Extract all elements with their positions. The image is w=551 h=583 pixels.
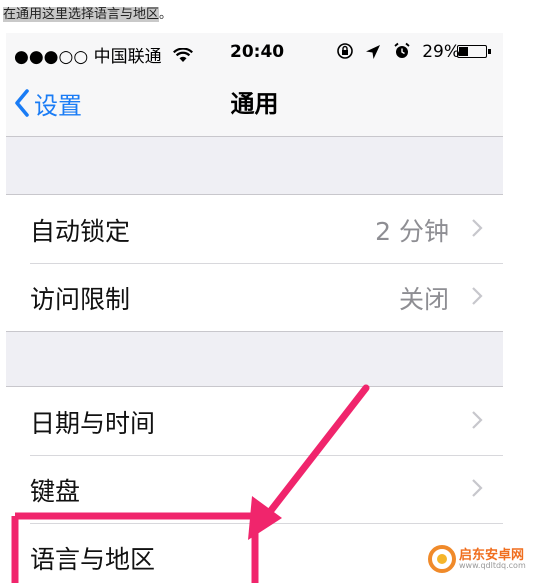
row-date-time[interactable]: 日期与时间 bbox=[6, 387, 503, 455]
row-label: 键盘 bbox=[30, 477, 81, 506]
row-auto-lock[interactable]: 自动锁定 2 分钟 bbox=[6, 195, 503, 263]
row-restrictions[interactable]: 访问限制 关闭 bbox=[6, 263, 503, 331]
chevron-right-icon bbox=[472, 411, 483, 429]
battery-icon bbox=[457, 45, 491, 58]
chevron-right-icon bbox=[472, 479, 483, 497]
watermark-logo-icon bbox=[428, 545, 456, 573]
row-label: 日期与时间 bbox=[30, 409, 156, 438]
navigation-bar: 设置 通用 bbox=[6, 71, 503, 137]
row-label: 语言与地区 bbox=[30, 545, 156, 574]
wifi-icon bbox=[173, 47, 193, 62]
alarm-icon bbox=[394, 42, 410, 58]
phone-screenshot: ●●●○○ 中国联通 20:40 29% 设置 通用 自动锁定 2 分钟 访问限… bbox=[6, 33, 503, 583]
status-bar: ●●●○○ 中国联通 20:40 29% bbox=[6, 33, 503, 71]
chevron-right-icon bbox=[472, 219, 483, 237]
watermark: 启东安卓网 www.qdltdq.com bbox=[426, 543, 530, 575]
page-title: 通用 bbox=[230, 90, 279, 118]
row-value: 关闭 bbox=[398, 285, 449, 314]
caption-highlight: 在通用这里选择语言与地区 bbox=[3, 7, 160, 22]
row-label: 访问限制 bbox=[30, 285, 131, 314]
location-icon bbox=[366, 45, 381, 59]
watermark-url: www.qdltdq.com bbox=[459, 560, 526, 570]
carrier-group: ●●●○○ 中国联通 bbox=[14, 42, 193, 67]
row-keyboard[interactable]: 键盘 bbox=[6, 455, 503, 523]
watermark-name: 启东安卓网 bbox=[459, 547, 525, 563]
carrier-label: ●●●○○ 中国联通 bbox=[14, 47, 162, 67]
caption-text: 在通用这里选择语言与地区。 bbox=[3, 5, 172, 24]
clock: 20:40 bbox=[230, 42, 285, 62]
settings-group-lock: 自动锁定 2 分钟 访问限制 关闭 bbox=[6, 194, 503, 332]
battery-percent: 29% bbox=[422, 42, 461, 62]
status-icons: 29% bbox=[336, 42, 460, 62]
chevron-right-icon bbox=[472, 287, 483, 305]
row-label: 自动锁定 bbox=[30, 217, 131, 246]
rotation-lock-icon bbox=[337, 43, 353, 59]
row-value: 2 分钟 bbox=[375, 217, 449, 246]
caption-trailing: 。 bbox=[159, 7, 173, 22]
